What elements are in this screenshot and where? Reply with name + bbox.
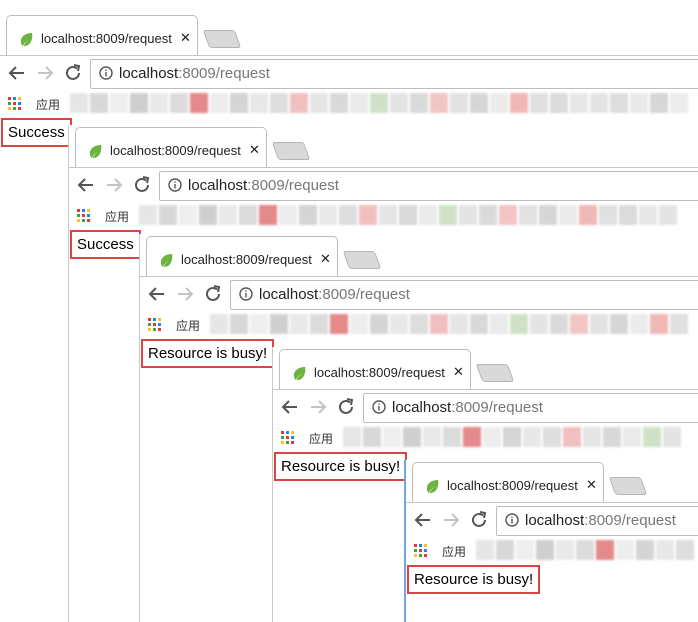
response-text: Success (70, 230, 141, 259)
back-arrow-icon[interactable] (279, 396, 301, 418)
close-icon[interactable]: ✕ (586, 477, 597, 493)
blurred-bookmarks (70, 93, 698, 115)
bookmarks-bar: 应用 (140, 312, 698, 359)
new-tab-button[interactable] (202, 30, 242, 48)
url-text: localhost:8009/request (392, 399, 543, 416)
bookmarks-bar: 应用 (406, 538, 698, 610)
reload-icon[interactable] (468, 509, 490, 531)
back-arrow-icon[interactable] (146, 283, 168, 305)
browser-tab[interactable]: localhost:8009/request ✕ (412, 462, 604, 503)
reload-icon[interactable] (335, 396, 357, 418)
close-icon[interactable]: ✕ (180, 30, 191, 46)
forward-arrow-icon[interactable] (103, 174, 125, 196)
new-tab-button[interactable] (475, 364, 515, 382)
new-tab-button[interactable] (271, 142, 311, 160)
browser-tab[interactable]: localhost:8009/request ✕ (6, 15, 198, 56)
toolbar: localhost:8009/request (140, 276, 698, 313)
browser-tab[interactable]: localhost:8009/request ✕ (75, 127, 267, 168)
reload-icon[interactable] (62, 62, 84, 84)
address-bar[interactable]: localhost:8009/request (230, 280, 698, 310)
toolbar: localhost:8009/request (406, 502, 698, 539)
browser-tab[interactable]: localhost:8009/request ✕ (279, 349, 471, 390)
url-text: localhost:8009/request (259, 286, 410, 303)
reload-icon[interactable] (131, 174, 153, 196)
tab-strip: localhost:8009/request ✕ (140, 234, 698, 277)
address-bar[interactable]: localhost:8009/request (496, 506, 698, 536)
toolbar: localhost:8009/request (273, 389, 698, 426)
forward-arrow-icon[interactable] (307, 396, 329, 418)
toolbar: localhost:8009/request (69, 167, 698, 204)
spring-leaf-icon (89, 144, 102, 159)
blurred-bookmarks (139, 205, 698, 250)
url-text: localhost:8009/request (525, 512, 676, 529)
reload-icon[interactable] (202, 283, 224, 305)
back-arrow-icon[interactable] (75, 174, 97, 196)
browser-tab[interactable]: localhost:8009/request ✕ (146, 236, 338, 277)
blurred-bookmarks (343, 427, 698, 472)
close-icon[interactable]: ✕ (249, 142, 260, 158)
spring-leaf-icon (160, 253, 173, 268)
spring-leaf-icon (293, 366, 306, 381)
tab-strip: localhost:8009/request ✕ (406, 460, 698, 503)
toolbar: localhost:8009/request (0, 55, 698, 92)
info-icon[interactable] (168, 178, 182, 192)
url-text: localhost:8009/request (119, 65, 270, 82)
apps-label[interactable]: 应用 (105, 208, 129, 225)
close-icon[interactable]: ✕ (320, 251, 331, 267)
bookmarks-bar: 应用 (69, 203, 698, 250)
address-bar[interactable]: localhost:8009/request (159, 171, 698, 201)
apps-label[interactable]: 应用 (309, 430, 333, 447)
info-icon[interactable] (372, 400, 386, 414)
blurred-bookmarks (210, 314, 698, 359)
bookmarks-bar: 应用 (0, 91, 698, 118)
tab-title: localhost:8009/request (314, 365, 445, 380)
bookmarks-bar: 应用 (273, 425, 698, 472)
spring-leaf-icon (426, 479, 439, 494)
response-text: Resource is busy! (407, 565, 541, 594)
info-icon[interactable] (99, 66, 113, 80)
apps-label[interactable]: 应用 (36, 96, 60, 113)
apps-label[interactable]: 应用 (176, 317, 200, 334)
apps-grid-icon[interactable] (77, 209, 91, 223)
response-text: Resource is busy! (274, 452, 408, 481)
info-icon[interactable] (239, 287, 253, 301)
apps-grid-icon[interactable] (414, 544, 428, 558)
address-bar[interactable]: localhost:8009/request (363, 393, 698, 423)
browser-window: localhost:8009/request ✕ localhost:8009/… (404, 460, 698, 622)
url-text: localhost:8009/request (188, 177, 339, 194)
tab-strip: localhost:8009/request ✕ (69, 125, 698, 168)
apps-grid-icon[interactable] (8, 97, 22, 111)
new-tab-button[interactable] (608, 477, 648, 495)
back-arrow-icon[interactable] (6, 62, 28, 84)
forward-arrow-icon[interactable] (440, 509, 462, 531)
tab-strip: localhost:8009/request ✕ (273, 347, 698, 390)
apps-grid-icon[interactable] (148, 318, 162, 332)
spring-leaf-icon (20, 32, 33, 47)
info-icon[interactable] (505, 513, 519, 527)
close-icon[interactable]: ✕ (453, 364, 464, 380)
tab-title: localhost:8009/request (41, 31, 172, 46)
response-text: Resource is busy! (141, 339, 275, 368)
address-bar[interactable]: localhost:8009/request (90, 59, 698, 89)
tab-title: localhost:8009/request (181, 252, 312, 267)
response-text: Success (1, 118, 72, 147)
blurred-bookmarks (476, 540, 698, 610)
tab-title: localhost:8009/request (110, 143, 241, 158)
new-tab-button[interactable] (342, 251, 382, 269)
forward-arrow-icon[interactable] (34, 62, 56, 84)
apps-label[interactable]: 应用 (442, 543, 466, 560)
apps-grid-icon[interactable] (281, 431, 295, 445)
forward-arrow-icon[interactable] (174, 283, 196, 305)
tab-title: localhost:8009/request (447, 478, 578, 493)
tab-strip: localhost:8009/request ✕ (0, 13, 698, 56)
back-arrow-icon[interactable] (412, 509, 434, 531)
page-content: Resource is busy! (406, 564, 698, 622)
